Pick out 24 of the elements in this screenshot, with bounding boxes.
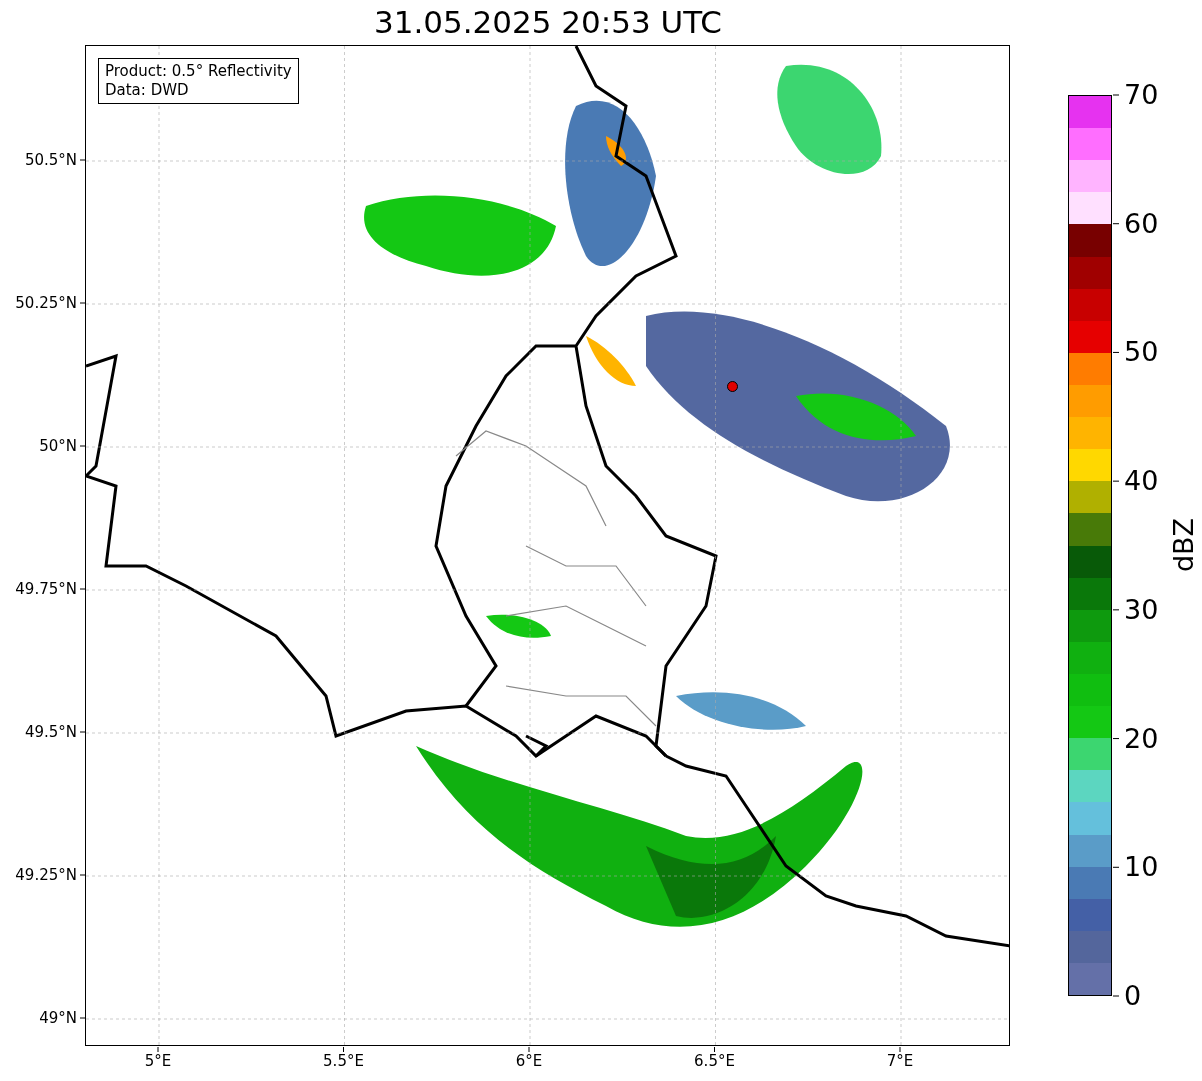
y-tick-label: 49.75°N xyxy=(15,580,77,598)
info-box: Product: 0.5° Reflectivity Data: DWD xyxy=(98,58,299,104)
colorbar-tick-label: 50 xyxy=(1124,337,1159,368)
radar-site-marker xyxy=(727,381,738,392)
colorbar-tick-label: 20 xyxy=(1124,723,1159,754)
colorbar-tick-label: 0 xyxy=(1124,981,1142,1011)
y-tick-label: 49°N xyxy=(39,1009,77,1027)
colorbar-tick-label: 30 xyxy=(1124,594,1159,625)
x-tick-label: 5°E xyxy=(144,1052,172,1070)
x-tick-label: 6.5°E xyxy=(694,1052,735,1070)
x-tick-label: 7°E xyxy=(886,1052,914,1070)
y-tick-label: 49.5°N xyxy=(24,723,77,741)
colorbar-tick-label: 60 xyxy=(1124,208,1159,239)
y-tick-label: 50.25°N xyxy=(15,294,77,312)
figure-title: 31.05.2025 20:53 UTC xyxy=(374,3,722,42)
y-tick-label: 50.5°N xyxy=(24,151,77,169)
x-tick-label: 6°E xyxy=(515,1052,543,1070)
colorbar-tick-label: 40 xyxy=(1124,466,1159,497)
x-tick-label: 5.5°E xyxy=(323,1052,364,1070)
colorbar-tick-label: 10 xyxy=(1124,852,1159,883)
y-tick-label: 49.25°N xyxy=(15,866,77,884)
colorbar-tick-label: 70 xyxy=(1124,80,1159,110)
colorbar-label: dBZ xyxy=(1169,517,1200,573)
y-tick-label: 50°N xyxy=(39,437,77,455)
